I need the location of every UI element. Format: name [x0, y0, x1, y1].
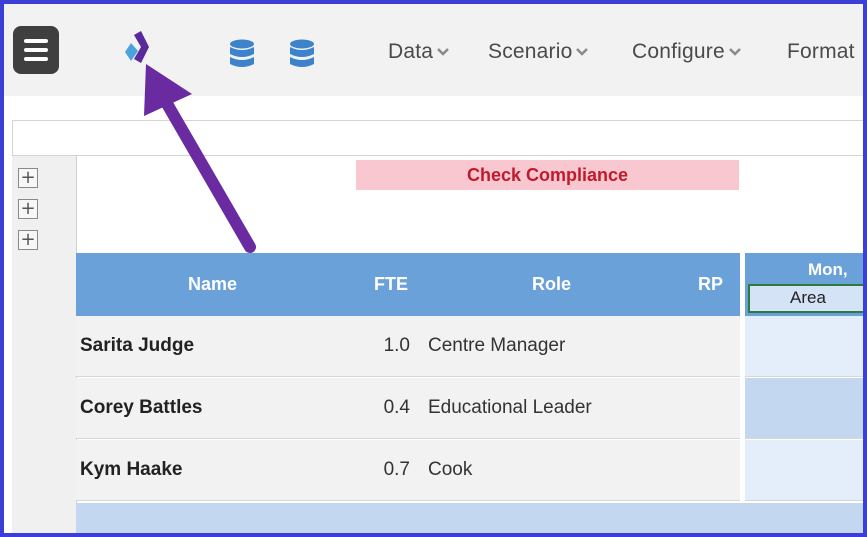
row-fte: 1.0	[383, 335, 410, 356]
database-icon[interactable]	[229, 39, 255, 69]
table-row[interactable]: Kym Haake 0.7 Cook	[76, 440, 740, 501]
day-cell[interactable]	[745, 378, 863, 439]
check-compliance-button[interactable]: Check Compliance	[356, 160, 739, 190]
table-footer-band	[76, 503, 863, 533]
menu-format-label: Format	[787, 40, 855, 63]
menu-configure-label: Configure	[632, 40, 725, 63]
day-column-header: Mon, Area	[745, 253, 863, 316]
chevron-down-icon	[437, 48, 450, 57]
table-header-row: Name FTE Role RP	[76, 253, 740, 316]
row-role: Cook	[428, 459, 473, 480]
chevron-down-icon	[576, 48, 589, 57]
row-fte: 0.7	[383, 459, 410, 480]
hamburger-menu-icon[interactable]	[13, 26, 59, 74]
table-row[interactable]: Sarita Judge 1.0 Centre Manager	[76, 316, 740, 377]
menu-configure[interactable]: Configure	[632, 40, 742, 64]
menu-data[interactable]: Data	[388, 40, 450, 64]
row-name: Kym Haake	[80, 459, 183, 480]
chevron-down-icon	[728, 48, 741, 57]
row-name: Sarita Judge	[80, 335, 195, 356]
day-header-label: Mon,	[808, 260, 848, 279]
formula-bar[interactable]	[12, 120, 863, 156]
toolbar: Data Scenario Configure Format	[4, 4, 863, 96]
row-role: Educational Leader	[428, 397, 592, 418]
header-name[interactable]: Name	[188, 274, 237, 295]
row-role: Centre Manager	[428, 335, 566, 356]
menu-scenario-label: Scenario	[488, 40, 573, 63]
app-logo-icon[interactable]	[122, 28, 152, 70]
header-role[interactable]: Role	[532, 274, 571, 295]
area-cell-selected[interactable]: Area	[748, 284, 863, 313]
table-row[interactable]: Corey Battles 0.4 Educational Leader	[76, 378, 740, 439]
menu-format[interactable]: Format	[787, 40, 855, 64]
screenshot-frame: Data Scenario Configure Format + + + Che…	[0, 0, 867, 537]
expand-group-plus-icon[interactable]: +	[18, 199, 38, 219]
header-rp[interactable]: RP	[698, 274, 723, 295]
day-cell[interactable]	[745, 440, 863, 501]
day-cell[interactable]	[745, 316, 863, 377]
header-fte[interactable]: FTE	[374, 274, 408, 295]
menu-scenario[interactable]: Scenario	[488, 40, 589, 64]
menu-data-label: Data	[388, 40, 434, 63]
expand-group-plus-icon[interactable]: +	[18, 230, 38, 250]
expand-group-plus-icon[interactable]: +	[18, 168, 38, 188]
toolbar-spacer	[4, 96, 863, 120]
row-name: Corey Battles	[80, 397, 203, 418]
row-fte: 0.4	[383, 397, 410, 418]
database-icon[interactable]	[289, 39, 315, 69]
